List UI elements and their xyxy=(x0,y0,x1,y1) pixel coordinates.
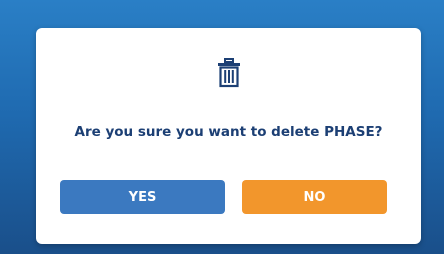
delete-confirmation-dialog: Are you sure you want to delete PHASE? Y… xyxy=(36,28,421,244)
trash-icon xyxy=(216,58,242,88)
confirmation-message: Are you sure you want to delete PHASE? xyxy=(74,124,383,140)
no-button[interactable]: NO xyxy=(242,180,387,214)
yes-button[interactable]: YES xyxy=(60,180,225,214)
